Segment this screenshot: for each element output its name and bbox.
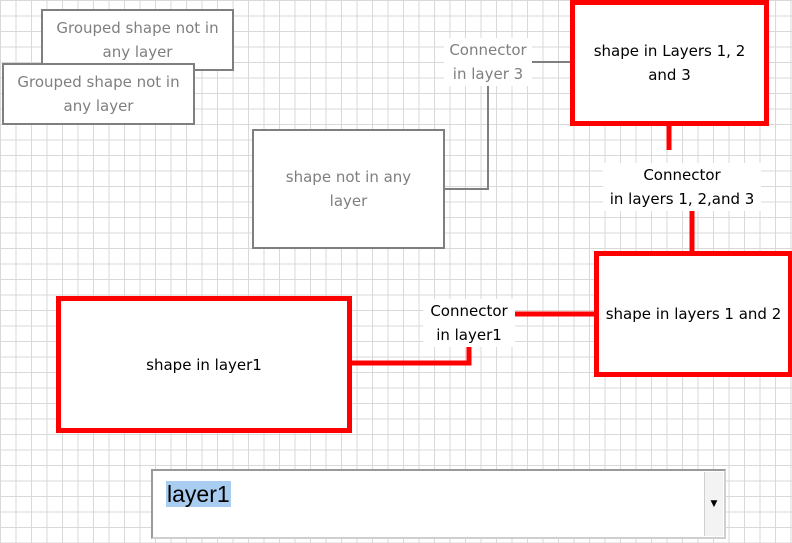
shape-layers-1-2-label: shape in layers 1 and 2: [605, 305, 782, 323]
grouped-shape-bottom[interactable]: Grouped shape not in any layer: [2, 63, 195, 125]
layer-select-value[interactable]: layer1: [166, 481, 231, 507]
chevron-down-icon: ▼: [710, 499, 718, 509]
connector-layers123-label-line2: in layers 1, 2,and 3: [609, 190, 755, 208]
shape-layers-1-2[interactable]: shape in layers 1 and 2: [594, 251, 792, 377]
connector-layer1-line: [348, 346, 472, 366]
connector-layer3-label: Connector in layer 3: [444, 38, 532, 86]
grouped-shape-bottom-label: Grouped shape not in any layer: [17, 73, 180, 115]
connector-layers123-label: Connector in layers 1, 2,and 3: [603, 163, 761, 211]
connector-layer1-label: Connector in layer1: [423, 299, 515, 347]
shape-layer-1-label: shape in layer1: [146, 355, 262, 374]
connector-layer3-label-line1: Connector: [449, 41, 527, 59]
shape-not-in-any-layer[interactable]: shape not in any layer: [252, 129, 445, 249]
shape-not-in-any-layer-label: shape not in any layer: [285, 168, 412, 210]
layer-select-value-wrap: layer1: [166, 479, 231, 509]
grouped-shape-top-label: Grouped shape not in any layer: [56, 19, 219, 61]
connector-layer3-label-line2: in layer 3: [452, 65, 524, 83]
grouped-shape-top[interactable]: Grouped shape not in any layer: [41, 9, 234, 71]
connector-layer1-label-line1: Connector: [430, 302, 508, 320]
shape-layer-1[interactable]: shape in layer1: [56, 296, 352, 433]
shape-layers-1-2-3-label: shape in Layers 1, 2 and 3: [593, 42, 746, 84]
connector-layer1-label-line2: in layer1: [436, 326, 502, 344]
layer-select[interactable]: layer1 ▼: [151, 469, 726, 539]
dropdown-arrow-button[interactable]: ▼: [704, 472, 723, 536]
connector-layers123-label-line1: Connector: [643, 166, 721, 184]
shape-layers-1-2-3[interactable]: shape in Layers 1, 2 and 3: [570, 0, 769, 126]
